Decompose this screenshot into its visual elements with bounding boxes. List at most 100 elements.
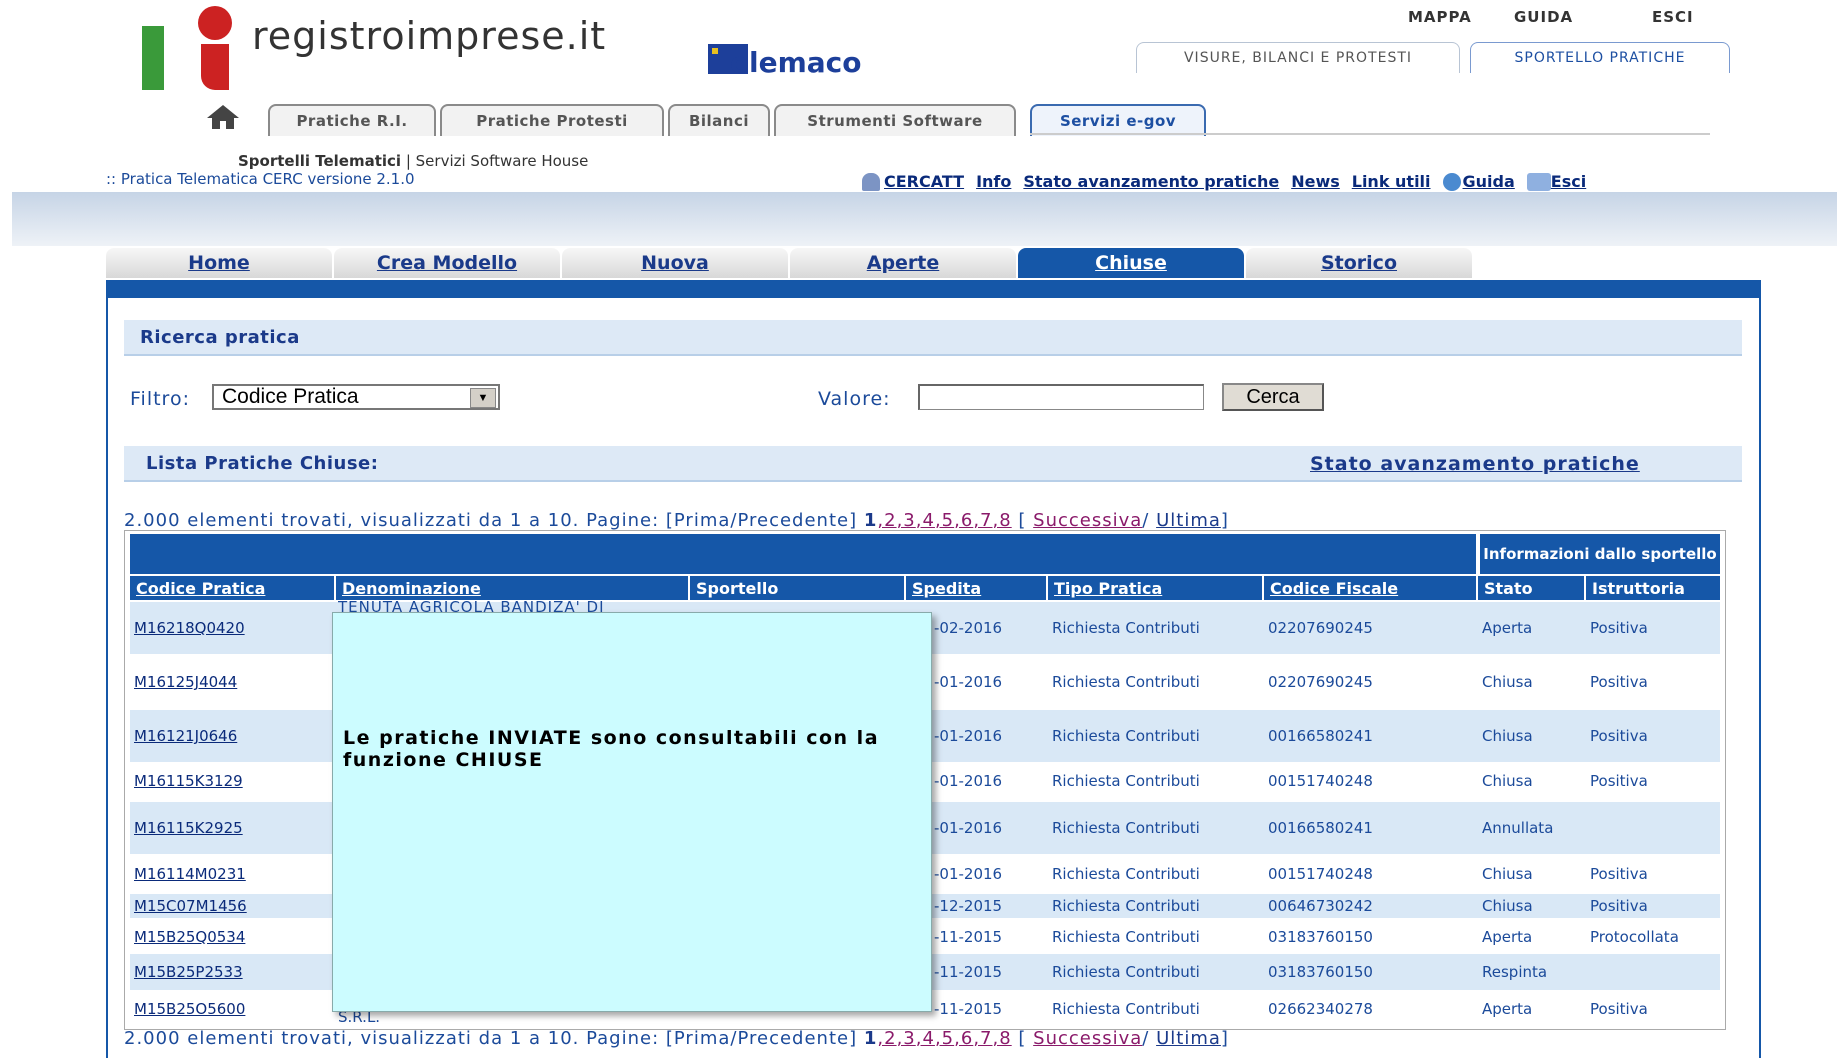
stato-avanzamento-link[interactable]: Stato avanzamento pratiche — [1310, 453, 1640, 475]
subline-bold[interactable]: Sportelli Telematici — [238, 152, 401, 170]
col-codice-pratica[interactable]: Codice Pratica — [130, 576, 334, 600]
codice-fiscale-cell: 02662340278 — [1268, 1000, 1373, 1018]
home-icon[interactable] — [206, 104, 240, 130]
pager-page-4[interactable]: ,4 — [916, 510, 935, 531]
stato-cell: Aperta — [1482, 619, 1533, 637]
pager-page-3[interactable]: ,3 — [897, 510, 916, 531]
tab-pratiche-protesti[interactable]: Pratiche Protesti — [440, 104, 664, 136]
codice-fiscale-cell: 02207690245 — [1268, 673, 1373, 691]
app-tab-aperte[interactable]: Aperte — [790, 248, 1016, 278]
codice-pratica-cell[interactable]: M16115K3129 — [130, 762, 334, 800]
toolbar-esci[interactable]: Esci — [1551, 172, 1586, 191]
codice-fiscale-cell: 00151740248 — [1268, 865, 1373, 883]
pager-page-2-bottom[interactable]: ,2 — [877, 1028, 896, 1049]
pager-current-page-bottom: 1 — [863, 1028, 878, 1049]
tab-servizi-egov[interactable]: Servizi e-gov — [1030, 104, 1206, 136]
subline-rest: | Servizi Software House — [405, 152, 589, 170]
istruttoria-cell: Positiva — [1590, 1000, 1648, 1018]
tipo-pratica-cell: Richiesta Contributi — [1052, 727, 1200, 745]
pager-page-4-bottom[interactable]: ,4 — [916, 1028, 935, 1049]
istruttoria-cell: Positiva — [1590, 865, 1648, 883]
value-input[interactable] — [918, 384, 1204, 410]
pager-page-7-bottom[interactable]: ,7 — [973, 1028, 992, 1049]
value-label: Valore: — [818, 388, 891, 410]
toolbar-news[interactable]: News — [1291, 172, 1340, 191]
toolbar-guida[interactable]: Guida — [1463, 172, 1515, 191]
filter-select-value: Codice Pratica — [222, 385, 359, 408]
col-stato: Stato — [1478, 576, 1584, 600]
app-tab-home[interactable]: Home — [106, 248, 332, 278]
codice-pratica-cell[interactable]: M16218Q0420 — [130, 602, 334, 654]
top-link-guida[interactable]: GUIDA — [1514, 8, 1573, 26]
pager-page-6[interactable]: ,6 — [954, 510, 973, 531]
toolbar-info[interactable]: Info — [976, 172, 1011, 191]
codice-fiscale-cell: 02207690245 — [1268, 619, 1373, 637]
istruttoria-cell: Positiva — [1590, 673, 1648, 691]
col-sportello: Sportello — [690, 576, 904, 600]
codice-pratica-cell[interactable]: M15B25Q0534 — [130, 920, 334, 954]
pager-summary-bottom: 2.000 elementi trovati, visualizzati da … — [124, 1028, 858, 1049]
pager-page-5-bottom[interactable]: ,5 — [935, 1028, 954, 1049]
filter-select[interactable]: Codice Pratica ▼ — [212, 384, 500, 410]
col-spedita[interactable]: Spedita — [906, 576, 1046, 600]
pager-next-link[interactable]: Successiva — [1033, 510, 1142, 531]
app-tab-storico[interactable]: Storico — [1246, 248, 1472, 278]
pager-last-link-bottom[interactable]: Ultima — [1156, 1028, 1221, 1049]
istruttoria-cell: Positiva — [1590, 897, 1648, 915]
codice-pratica-cell[interactable]: M15B25O5600 — [130, 992, 334, 1026]
tab-pratiche-ri[interactable]: Pratiche R.I. — [268, 104, 436, 136]
header-gradient-strip — [12, 192, 1837, 246]
col-codice-fiscale[interactable]: Codice Fiscale — [1264, 576, 1476, 600]
pager-current-page: 1 — [863, 510, 878, 531]
codice-pratica-cell[interactable]: M16125J4044 — [130, 656, 334, 708]
info-sportello-header: Informazioni dallo sportello — [1480, 534, 1720, 574]
denominazione-peek: TENUTA AGRICOLA BANDIZA' DI — [338, 598, 605, 612]
stato-cell: Chiusa — [1482, 772, 1533, 790]
subline: Sportelli Telematici | Servizi Software … — [238, 152, 588, 170]
top-link-mappa[interactable]: MAPPA — [1408, 8, 1472, 26]
col-tipo-pratica[interactable]: Tipo Pratica — [1048, 576, 1262, 600]
top-link-esci[interactable]: ESCI — [1652, 8, 1694, 26]
toolbar-link-utili[interactable]: Link utili — [1352, 172, 1431, 191]
stato-cell: Chiusa — [1482, 865, 1533, 883]
cercatt-icon — [862, 172, 880, 191]
app-tab-crea-modello[interactable]: Crea Modello — [334, 248, 560, 278]
toolbar-stato-avanzamento[interactable]: Stato avanzamento pratiche — [1023, 172, 1279, 191]
tipo-pratica-cell: Richiesta Contributi — [1052, 619, 1200, 637]
app-tab-chiuse[interactable]: Chiuse — [1018, 248, 1244, 278]
search-button[interactable]: Cerca — [1222, 383, 1324, 411]
app-tab-nuova[interactable]: Nuova — [562, 248, 788, 278]
pager-next-link-bottom[interactable]: Successiva — [1033, 1028, 1142, 1049]
pager-page-2[interactable]: ,2 — [877, 510, 896, 531]
codice-pratica-cell[interactable]: M15B25P2533 — [130, 954, 334, 990]
pager-slash: / — [1142, 510, 1157, 531]
codice-fiscale-cell: 00166580241 — [1268, 819, 1373, 837]
tab-bilanci[interactable]: Bilanci — [668, 104, 770, 136]
tipo-pratica-cell: Richiesta Contributi — [1052, 673, 1200, 691]
pager-page-6-bottom[interactable]: ,6 — [954, 1028, 973, 1049]
codice-pratica-cell[interactable]: M16115K2925 — [130, 802, 334, 854]
guida-icon — [1442, 172, 1461, 191]
codice-pratica-cell[interactable]: M15C07M1456 — [130, 894, 334, 918]
filter-label: Filtro: — [130, 388, 190, 410]
pager-page-8-bottom[interactable]: ,8 — [993, 1028, 1012, 1049]
codice-pratica-cell[interactable]: M16114M0231 — [130, 856, 334, 892]
codice-fiscale-cell: 03183760150 — [1268, 963, 1373, 981]
chevron-down-icon[interactable]: ▼ — [470, 388, 496, 408]
stato-cell: Respinta — [1482, 963, 1548, 981]
pager-page-3-bottom[interactable]: ,3 — [897, 1028, 916, 1049]
tab-strumenti-software[interactable]: Strumenti Software — [774, 104, 1016, 136]
pager-last-link[interactable]: Ultima — [1156, 510, 1221, 531]
col-denominazione[interactable]: Denominazione — [336, 576, 688, 600]
istruttoria-cell: Positiva — [1590, 727, 1648, 745]
pager-bottom: 2.000 elementi trovati, visualizzati da … — [124, 1028, 1229, 1049]
tab-sportello-pratiche[interactable]: SPORTELLO PRATICHE — [1470, 42, 1730, 73]
tipo-pratica-cell: Richiesta Contributi — [1052, 772, 1200, 790]
toolbar-cercatt[interactable]: CERCATT — [884, 172, 964, 191]
pager-page-7[interactable]: ,7 — [973, 510, 992, 531]
telemaco-logo: elemaco — [730, 46, 862, 79]
tab-visure-bilanci-protesti[interactable]: VISURE, BILANCI E PROTESTI — [1136, 42, 1460, 73]
pager-page-5[interactable]: ,5 — [935, 510, 954, 531]
codice-pratica-cell[interactable]: M16121J0646 — [130, 710, 334, 762]
pager-page-8[interactable]: ,8 — [993, 510, 1012, 531]
